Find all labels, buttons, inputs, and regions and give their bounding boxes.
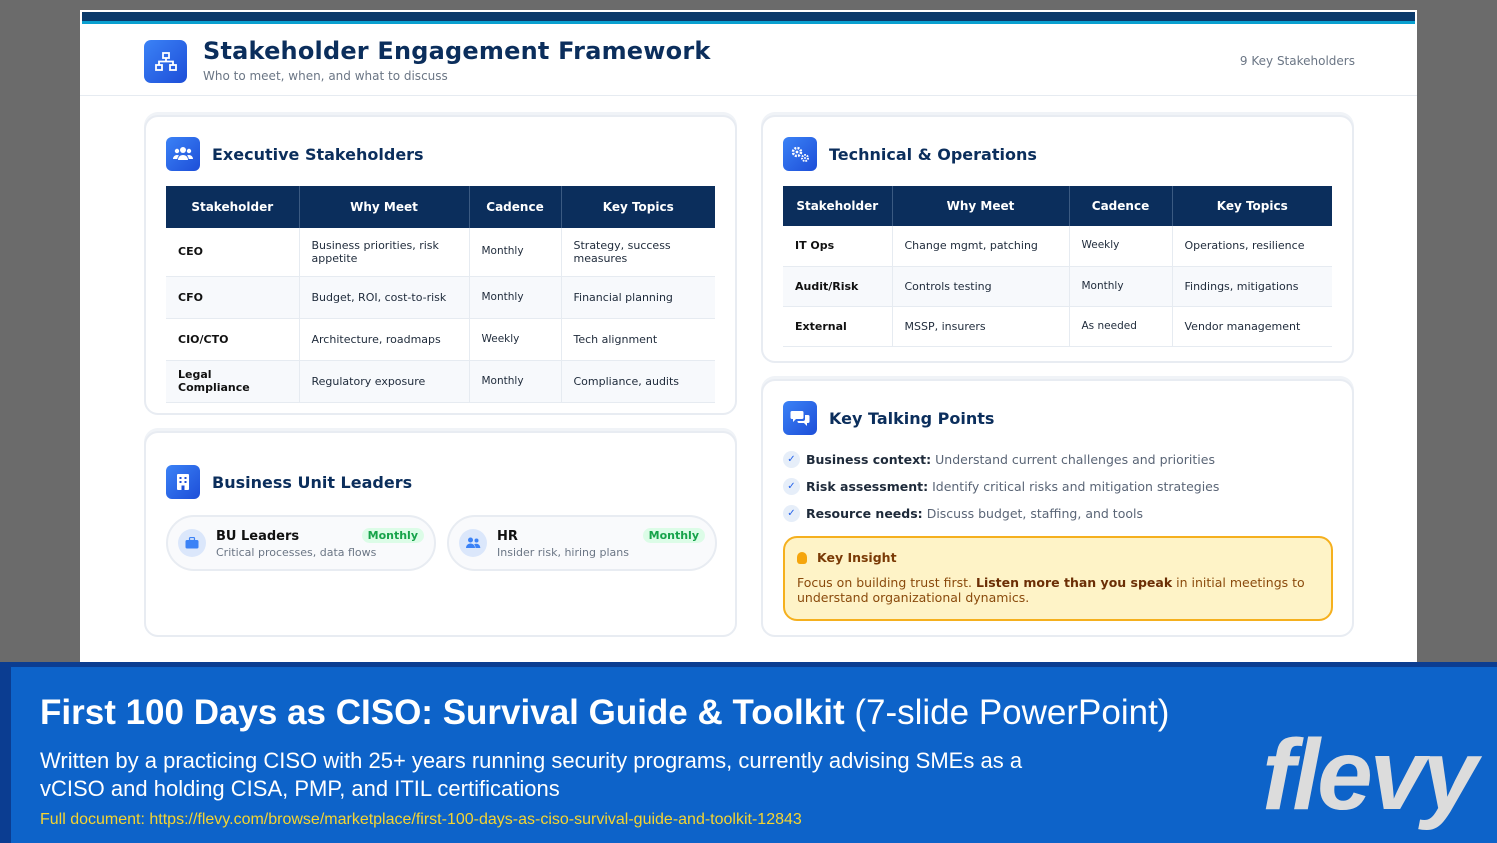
- talking-points-card-title: Key Talking Points: [829, 408, 995, 428]
- promo-banner: First 100 Days as CISO: Survival Guide &…: [0, 662, 1497, 843]
- cadence-badge: Monthly: [642, 528, 705, 543]
- comments-icon: [783, 401, 817, 435]
- col-cadence: Cadence: [469, 186, 562, 228]
- document-link[interactable]: Full document: https://flevy.com/browse/…: [40, 811, 802, 829]
- sitemap-icon: [144, 40, 187, 83]
- business-unit-card-title: Business Unit Leaders: [212, 472, 413, 492]
- check-icon: ✓: [783, 478, 800, 495]
- executive-card: Executive Stakeholders Stakeholder Why M…: [144, 115, 737, 415]
- cadence-badge: Monthly: [361, 528, 424, 543]
- technical-card-title: Technical & Operations: [829, 144, 1037, 164]
- check-icon: ✓: [783, 505, 800, 522]
- building-icon: [166, 465, 200, 499]
- table-row: Legal Compliance Regulatory exposure Mon…: [166, 360, 715, 403]
- talking-points-card: Key Talking Points ✓ Business context: U…: [761, 379, 1354, 637]
- technical-card: Technical & Operations Stakeholder Why M…: [761, 115, 1354, 363]
- key-insight-box: Key Insight Focus on building trust firs…: [783, 536, 1333, 621]
- top-accent-bar: [82, 12, 1415, 24]
- executive-card-title: Executive Stakeholders: [212, 144, 424, 164]
- executive-table: Stakeholder Why Meet Cadence Key Topics …: [166, 186, 715, 403]
- slide-header: Stakeholder Engagement Framework Who to …: [80, 24, 1417, 96]
- col-stakeholder: Stakeholder: [166, 186, 300, 228]
- lightbulb-icon: [797, 551, 807, 564]
- user-group-icon: [459, 529, 487, 557]
- gears-icon: [783, 137, 817, 171]
- talking-point: ✓ Business context: Understand current c…: [783, 451, 1215, 468]
- bu-leaders-item: BU Leaders Critical processes, data flow…: [166, 515, 436, 571]
- table-row: CEO Business priorities, risk appetite M…: [166, 228, 715, 277]
- stakeholder-count: 9 Key Stakeholders: [1239, 54, 1355, 68]
- check-icon: ✓: [783, 451, 800, 468]
- briefcase-icon: [178, 529, 206, 557]
- flevy-logo: flevy: [1262, 719, 1478, 831]
- key-insight-text: Focus on building trust first. Listen mo…: [797, 575, 1305, 605]
- table-row: CIO/CTO Architecture, roadmaps Weekly Te…: [166, 318, 715, 361]
- users-icon: [166, 137, 200, 171]
- col-key-topics: Key Topics: [561, 186, 715, 228]
- banner-description: Written by a practicing CISO with 25+ ye…: [40, 748, 1023, 801]
- col-why-meet: Why Meet: [299, 186, 470, 228]
- banner-title: First 100 Days as CISO: Survival Guide &…: [40, 693, 1170, 732]
- technical-table: Stakeholder Why Meet Cadence Key Topics …: [783, 186, 1332, 347]
- slide: Stakeholder Engagement Framework Who to …: [80, 10, 1417, 665]
- talking-point: ✓ Risk assessment: Identify critical ris…: [783, 478, 1219, 495]
- table-row: External MSSP, insurers As needed Vendor…: [783, 306, 1332, 347]
- table-row: Audit/Risk Controls testing Monthly Find…: [783, 266, 1332, 307]
- table-row: IT Ops Change mgmt, patching Weekly Oper…: [783, 226, 1332, 267]
- business-unit-card: Business Unit Leaders BU Leaders Critica…: [144, 431, 737, 637]
- talking-point: ✓ Resource needs: Discuss budget, staffi…: [783, 505, 1143, 522]
- hr-item: HR Insider risk, hiring plans Monthly: [447, 515, 717, 571]
- page-subtitle: Who to meet, when, and what to discuss: [203, 69, 448, 83]
- table-row: CFO Budget, ROI, cost-to-risk Monthly Fi…: [166, 276, 715, 319]
- page-title: Stakeholder Engagement Framework: [203, 37, 711, 65]
